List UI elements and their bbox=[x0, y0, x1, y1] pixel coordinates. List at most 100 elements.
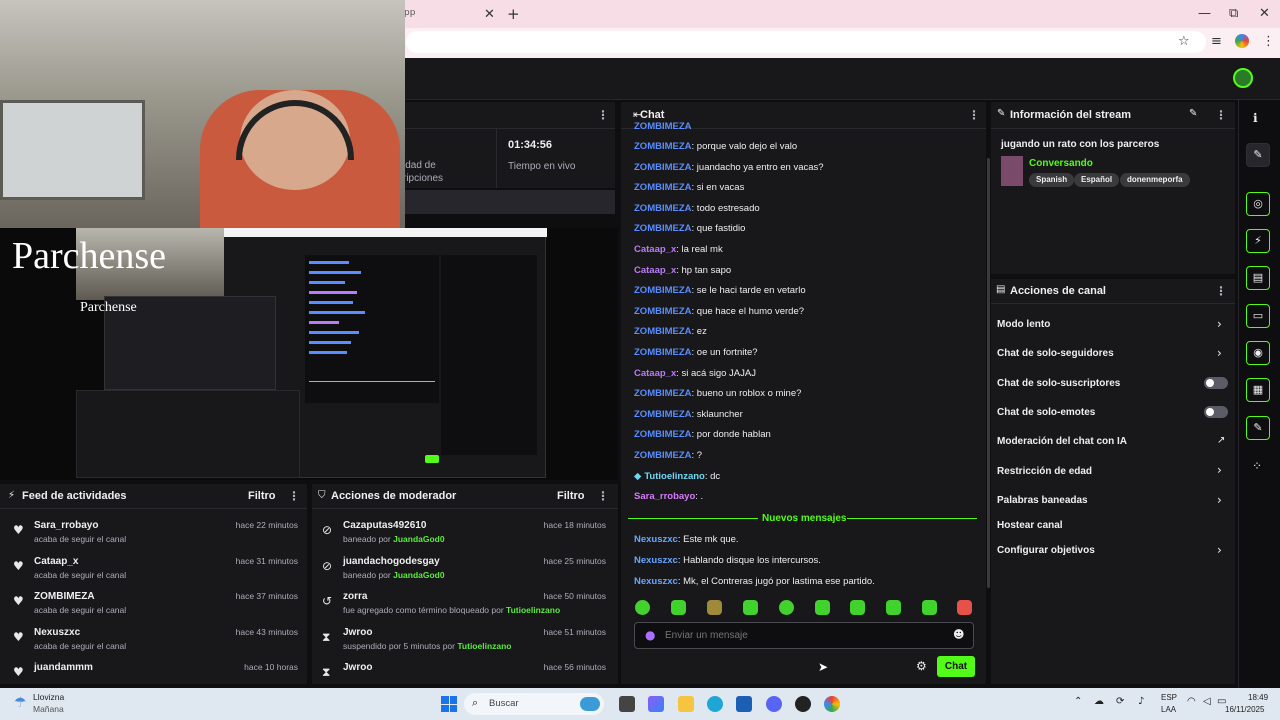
feed-username[interactable]: juandammm bbox=[34, 662, 93, 673]
activity-menu-icon[interactable]: ⋮ bbox=[288, 489, 300, 503]
chat-username[interactable]: Nexuszxc bbox=[634, 555, 678, 566]
bookmark-star-icon[interactable]: ☆ bbox=[1178, 34, 1190, 49]
microphone-icon[interactable]: ♪ bbox=[1138, 696, 1144, 707]
chat-username[interactable]: Tutioelinzano bbox=[644, 471, 705, 482]
feed-username[interactable]: Nexuszxc bbox=[34, 627, 80, 638]
chat-username[interactable]: ZOMBIMEZA bbox=[634, 223, 692, 234]
action-slow-mode[interactable]: Modo lento bbox=[997, 319, 1050, 330]
chevron-right-icon[interactable]: › bbox=[1217, 317, 1222, 331]
chevron-right-icon[interactable]: › bbox=[1217, 346, 1222, 360]
emote-icon[interactable] bbox=[743, 600, 758, 615]
document-icon[interactable]: ▤ bbox=[1246, 266, 1270, 290]
chat-username[interactable]: ZOMBIMEZA bbox=[634, 409, 692, 420]
copilot-icon[interactable] bbox=[648, 696, 664, 712]
emote-icon[interactable] bbox=[635, 600, 650, 615]
mod-target-username[interactable]: Jwroo bbox=[343, 627, 372, 638]
media-controls-icon[interactable]: ≡ bbox=[1211, 34, 1222, 49]
action-emotes-only[interactable]: Chat de solo-emotes bbox=[997, 407, 1095, 418]
weather-text[interactable]: Llovizna bbox=[33, 692, 64, 702]
chat-username[interactable]: ZOMBIMEZA bbox=[634, 306, 692, 317]
action-banned-words[interactable]: Palabras baneadas bbox=[997, 495, 1088, 506]
chat-username[interactable]: Sara_rrobayo bbox=[634, 491, 695, 502]
category-name[interactable]: Conversando bbox=[1029, 158, 1093, 169]
user-avatar[interactable] bbox=[1233, 68, 1253, 88]
tray-chevron-icon[interactable]: ⌃ bbox=[1074, 696, 1082, 707]
chrome-icon[interactable] bbox=[824, 696, 840, 712]
pencil-icon[interactable]: ✎ bbox=[1246, 143, 1270, 167]
chevron-right-icon[interactable]: › bbox=[1217, 543, 1222, 557]
taskbar-search-box[interactable]: ⌕ Buscar bbox=[464, 693, 604, 715]
send-chat-button[interactable]: Chat bbox=[937, 656, 975, 677]
weather-icon[interactable]: ☂ bbox=[14, 695, 27, 711]
feed-username[interactable]: ZOMBIMEZA bbox=[34, 591, 95, 602]
chat-input[interactable] bbox=[665, 627, 935, 644]
mod-target-username[interactable]: Jwroo bbox=[343, 662, 372, 673]
sync-icon[interactable]: ⟳ bbox=[1116, 696, 1124, 707]
emote-icon[interactable] bbox=[957, 600, 972, 615]
emotes-only-toggle[interactable] bbox=[1204, 406, 1228, 418]
moderator-username[interactable]: JuandaGod0 bbox=[393, 534, 444, 544]
feed-username[interactable]: Sara_rrobayo bbox=[34, 520, 98, 531]
clock-time[interactable]: 18:49 bbox=[1248, 693, 1268, 702]
chat-scrollbar[interactable] bbox=[987, 158, 990, 588]
chat-input-box[interactable]: ● ☻ bbox=[634, 622, 974, 649]
new-tab-button[interactable]: + bbox=[507, 5, 520, 23]
edge-icon[interactable] bbox=[707, 696, 723, 712]
apps-icon[interactable]: ⁘ bbox=[1252, 459, 1262, 473]
chat-username[interactable]: Cataap_x bbox=[634, 368, 676, 379]
emoji-picker-icon[interactable]: ☻ bbox=[953, 628, 964, 641]
maximize-button[interactable]: ⧉ bbox=[1229, 6, 1238, 21]
mod-target-username[interactable]: zorra bbox=[343, 591, 367, 602]
chat-username[interactable]: Nexuszxc bbox=[634, 576, 678, 587]
address-bar[interactable] bbox=[406, 31, 1206, 53]
onedrive-icon[interactable]: ☁ bbox=[1094, 696, 1104, 707]
start-button[interactable] bbox=[441, 696, 457, 712]
task-view-icon[interactable] bbox=[619, 696, 635, 712]
message-icon[interactable]: ▭ bbox=[1246, 304, 1270, 328]
tab-title-fragment[interactable]: pp bbox=[404, 8, 415, 18]
action-age-restriction[interactable]: Restricción de edad bbox=[997, 466, 1092, 477]
mod-target-username[interactable]: Cazaputas492610 bbox=[343, 520, 426, 531]
info-icon[interactable]: ℹ bbox=[1253, 111, 1258, 125]
broadcast-icon[interactable]: ◉ bbox=[1246, 341, 1270, 365]
chat-settings-gear-icon[interactable]: ⚙ bbox=[916, 659, 927, 673]
chat-username[interactable]: ZOMBIMEZA bbox=[634, 141, 692, 152]
chevron-right-icon[interactable]: › bbox=[1217, 493, 1222, 507]
mod-filter-button[interactable]: Filtro bbox=[557, 490, 585, 502]
profile-avatar[interactable] bbox=[1235, 34, 1249, 48]
moderator-username[interactable]: Tutioelinzano bbox=[457, 641, 511, 651]
feed-username[interactable]: Cataap_x bbox=[34, 556, 78, 567]
chat-username[interactable]: ZOMBIMEZA bbox=[634, 450, 692, 461]
stream-info-menu-icon[interactable]: ⋮ bbox=[1215, 108, 1227, 122]
chat-username[interactable]: Cataap_x bbox=[634, 244, 676, 255]
store-icon[interactable] bbox=[736, 696, 752, 712]
chevron-right-icon[interactable]: › bbox=[1217, 463, 1222, 477]
mod-target-username[interactable]: juandachogodesgay bbox=[343, 556, 440, 567]
discord-icon[interactable] bbox=[766, 696, 782, 712]
action-set-goals[interactable]: Configurar objetivos bbox=[997, 545, 1095, 556]
emote-icon[interactable] bbox=[671, 600, 686, 615]
volume-icon[interactable]: ◁ bbox=[1203, 696, 1211, 707]
minimize-button[interactable]: — bbox=[1198, 6, 1211, 21]
emote-icon[interactable] bbox=[707, 600, 722, 615]
mic-icon[interactable]: ● bbox=[645, 628, 655, 642]
chat-username[interactable]: ZOMBIMEZA bbox=[634, 162, 692, 173]
emote-icon[interactable] bbox=[850, 600, 865, 615]
window-close-button[interactable]: ✕ bbox=[1259, 6, 1270, 21]
subscribers-only-toggle[interactable] bbox=[1204, 377, 1228, 389]
obs-icon[interactable] bbox=[795, 696, 811, 712]
chat-username[interactable]: Cataap_x bbox=[634, 265, 676, 276]
chat-username[interactable]: ZOMBIMEZA bbox=[634, 203, 692, 214]
chat-username[interactable]: ZOMBIMEZA bbox=[634, 429, 692, 440]
action-host-channel[interactable]: Hostear canal bbox=[997, 520, 1063, 531]
chat-username[interactable]: ZOMBIMEZA bbox=[634, 388, 692, 399]
moderator-username[interactable]: JuandaGod0 bbox=[393, 570, 444, 580]
action-subscribers-only[interactable]: Chat de solo-suscriptores bbox=[997, 378, 1120, 389]
chat-username[interactable]: Nexuszxc bbox=[634, 534, 678, 545]
moderator-username[interactable]: Tutioelinzano bbox=[506, 605, 560, 615]
activity-filter-button[interactable]: Filtro bbox=[248, 490, 276, 502]
chat-menu-icon[interactable]: ⋮ bbox=[968, 108, 980, 122]
mod-menu-icon[interactable]: ⋮ bbox=[597, 489, 609, 503]
wrench-icon[interactable]: ✎ bbox=[1246, 416, 1270, 440]
emote-icon[interactable] bbox=[815, 600, 830, 615]
